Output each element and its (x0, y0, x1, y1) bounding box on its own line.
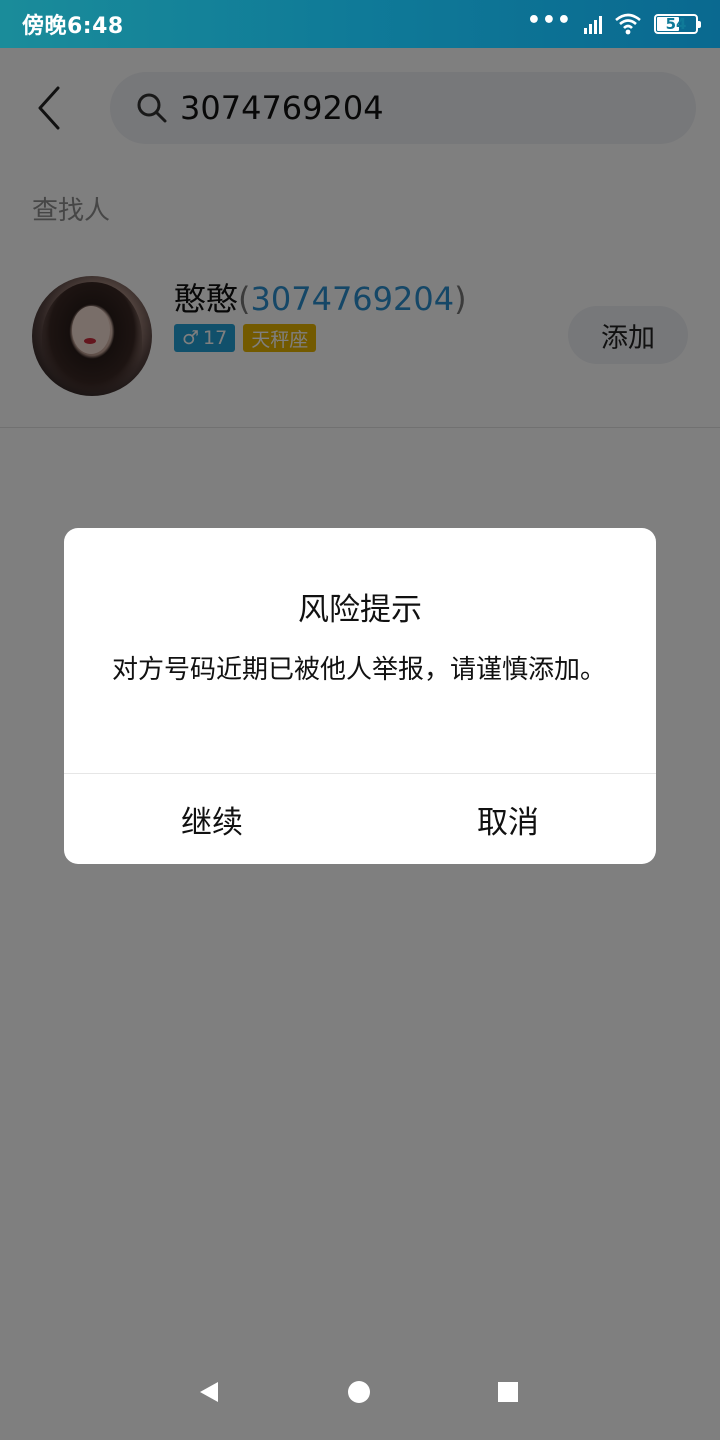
more-dots-icon: ••• (526, 8, 572, 33)
cancel-button[interactable]: 取消 (360, 774, 656, 864)
battery-icon: 54 (654, 14, 701, 34)
nav-recents-icon[interactable] (498, 1382, 518, 1402)
status-bar: 傍晚6:48 ••• 54 (0, 0, 720, 48)
status-time: 傍晚6:48 (22, 14, 124, 39)
battery-level: 54 (665, 15, 687, 33)
continue-button[interactable]: 继续 (64, 774, 360, 864)
status-icons: ••• 54 (526, 8, 701, 35)
risk-warning-dialog: 风险提示 对方号码近期已被他人举报，请谨慎添加。 继续 取消 (64, 528, 656, 864)
dialog-title: 风险提示 (298, 592, 422, 628)
nav-home-icon[interactable] (348, 1381, 370, 1403)
system-nav-bar (0, 1344, 720, 1440)
wifi-icon (614, 13, 642, 35)
signal-icon (584, 14, 602, 34)
dialog-message: 对方号码近期已被他人举报，请谨慎添加。 (112, 655, 607, 685)
nav-back-icon[interactable] (198, 1380, 220, 1404)
